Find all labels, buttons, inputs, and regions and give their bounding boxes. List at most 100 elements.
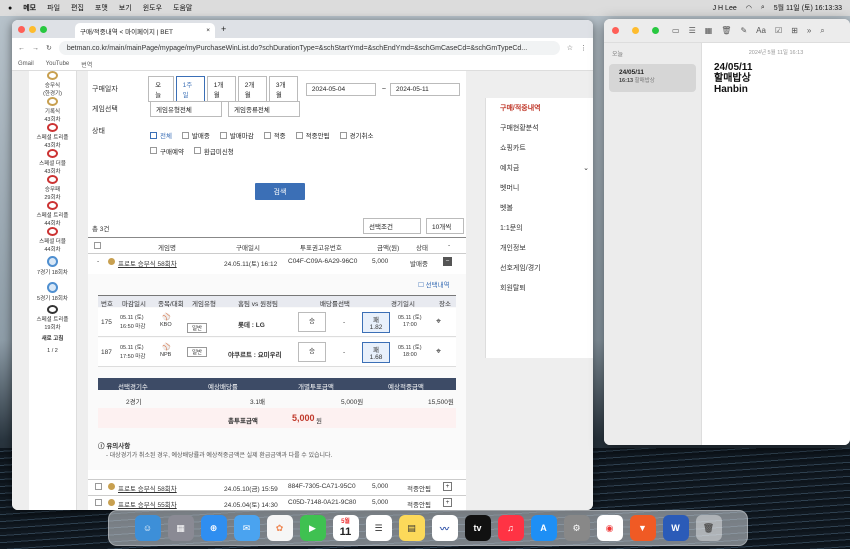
end-date-field[interactable]: 2024-05-11: [390, 82, 461, 96]
note-item[interactable]: 24/05/11 16:13 할매밥상: [609, 64, 696, 92]
search-icon[interactable]: ⌕: [761, 4, 765, 12]
sidebar-game-8[interactable]: 5경기 18회차: [29, 279, 76, 305]
reminders-icon[interactable]: ☰: [365, 515, 392, 541]
url-field[interactable]: betman.co.kr/main/mainPage/mypage/myPurc…: [58, 41, 560, 55]
photos-icon[interactable]: ✿: [266, 515, 293, 541]
menu-help[interactable]: 도움말: [173, 3, 192, 13]
chrome-icon[interactable]: ◉: [596, 515, 623, 541]
row-game[interactable]: 프로토 승부식 58회차: [118, 483, 177, 493]
new-tab-icon[interactable]: +: [221, 24, 226, 34]
menu-app[interactable]: 메모: [23, 3, 36, 13]
row-checkbox[interactable]: [95, 499, 102, 506]
status-refund-checkbox[interactable]: 환급미신청: [193, 146, 234, 156]
status-cancel-checkbox[interactable]: 경기취소: [339, 130, 373, 140]
select-all-checkbox[interactable]: [94, 242, 101, 249]
status-all-checkbox[interactable]: 전체: [150, 130, 172, 140]
menu-profile[interactable]: 개인정보: [486, 238, 593, 258]
menu-cart[interactable]: 쇼핑카트: [486, 138, 593, 158]
row-checkbox[interactable]: [95, 483, 102, 490]
menu-betball[interactable]: 벳볼: [486, 198, 593, 218]
music-icon[interactable]: ♫: [497, 515, 524, 541]
period-2month[interactable]: 2개월: [237, 76, 267, 102]
location-pin-icon[interactable]: ⌖: [436, 316, 441, 327]
zoom-window-button[interactable]: [652, 27, 659, 34]
detail-select-checkbox[interactable]: ☐ 선택내역: [418, 279, 450, 289]
settings-icon[interactable]: ⚙: [563, 515, 590, 541]
tv-icon[interactable]: tv: [464, 515, 491, 541]
period-1month[interactable]: 1개월: [206, 76, 236, 102]
format-icon[interactable]: Aa: [756, 26, 766, 35]
gallery-view-icon[interactable]: ▦: [705, 26, 713, 35]
user-name[interactable]: J H Lee: [713, 5, 737, 12]
status-miss-checkbox[interactable]: 적중안됨: [295, 130, 330, 140]
sidebar-game-4[interactable]: 승무패 29회차: [29, 175, 76, 201]
trash-icon[interactable]: 🗑: [721, 26, 731, 35]
status-closed-checkbox[interactable]: 발매마감: [219, 130, 254, 140]
collapse-icon[interactable]: −: [443, 257, 452, 266]
menu-file[interactable]: 파일: [47, 3, 60, 13]
status-onsale-checkbox[interactable]: 발매중: [181, 130, 210, 140]
sidebar-game-0[interactable]: 승무식 (한경기): [29, 71, 76, 97]
sidebar-refresh[interactable]: 새로 고침: [29, 331, 76, 345]
word-icon[interactable]: W: [662, 515, 689, 541]
status-hit-checkbox[interactable]: 적중: [263, 130, 286, 140]
status-reserve-checkbox[interactable]: 구매예약: [150, 146, 184, 156]
table-row[interactable]: 프로토 승부식 55회차 24.05.04(토) 14:30 C05D-7148…: [88, 496, 466, 510]
pick-win-box[interactable]: 승: [298, 342, 326, 362]
facetime-icon[interactable]: ▶: [299, 515, 326, 541]
search-icon[interactable]: ⌕: [820, 26, 824, 36]
per-page-select[interactable]: 10개씩: [426, 218, 464, 234]
sort-select[interactable]: 선택조건: [363, 218, 421, 234]
sidebar-pager[interactable]: 1 / 2: [29, 345, 76, 357]
wifi-icon[interactable]: ◠: [746, 4, 752, 12]
game-kind-select[interactable]: 게임종류전체: [228, 101, 300, 117]
sidebar-game-3[interactable]: 스페셜 더블 43회차: [29, 149, 76, 175]
calendar-icon[interactable]: 5월 11: [332, 515, 359, 541]
menu-favorites[interactable]: 선호게임/경기: [486, 258, 593, 278]
table-row[interactable]: - 프로토 승부식 58회차 24.05.11(토) 16:12 C04F-C0…: [88, 254, 466, 271]
expand-icon[interactable]: +: [443, 498, 452, 507]
menu-clock[interactable]: 5월 11일 (토) 16:13:33: [774, 3, 842, 13]
app-store-icon[interactable]: A: [530, 515, 557, 541]
close-window-button[interactable]: [18, 25, 25, 33]
mail-icon[interactable]: ✉: [233, 515, 260, 541]
list-view-icon[interactable]: ☰: [689, 26, 696, 35]
forward-icon[interactable]: →: [32, 45, 39, 52]
reload-icon[interactable]: ↻: [46, 44, 52, 52]
table-row[interactable]: 프로토 승부식 58회차 24.05.10(금) 15:59 884F-7305…: [88, 480, 466, 494]
checklist-icon[interactable]: ☑: [775, 26, 782, 35]
apple-icon[interactable]: ●: [8, 5, 12, 12]
menu-purchase-history[interactable]: 구매/적중내역: [486, 98, 593, 118]
bookmark-youtube[interactable]: YouTube: [46, 61, 70, 67]
pick-lose-box[interactable]: 패 1.82: [362, 312, 390, 333]
menu-window[interactable]: 윈도우: [143, 3, 162, 13]
trash-icon[interactable]: 🗑: [695, 515, 722, 541]
bookmark-translate[interactable]: 번역: [81, 60, 92, 69]
more-icon[interactable]: »: [807, 26, 811, 35]
menu-edit[interactable]: 편집: [71, 3, 84, 13]
sidebar-game-5[interactable]: 스페셜 트리플 44회차: [29, 201, 76, 227]
expand-icon[interactable]: +: [443, 482, 452, 491]
bookmark-gmail[interactable]: Gmail: [18, 61, 34, 67]
freeform-icon[interactable]: 〰: [431, 515, 458, 541]
close-window-button[interactable]: [612, 27, 619, 34]
safari-icon[interactable]: ⊕: [200, 515, 227, 541]
more-menu-icon[interactable]: ⋮: [580, 44, 587, 52]
bookmark-star-icon[interactable]: ☆: [567, 44, 573, 52]
table-icon[interactable]: ⊞: [791, 26, 798, 35]
menu-inquiry[interactable]: 1:1문의: [486, 218, 593, 238]
game-type-select[interactable]: 게임유형전체: [150, 101, 222, 117]
finder-icon[interactable]: ☺: [134, 515, 161, 541]
menu-withdraw[interactable]: 회원탈퇴: [486, 278, 593, 298]
sidebar-game-9[interactable]: 스페셜 트리플 19회차: [29, 305, 76, 331]
search-button[interactable]: 검색: [255, 183, 305, 200]
browser-tab[interactable]: 구매/적중내역 < 마이페이지 | BET ×: [75, 23, 215, 38]
menu-betmoney[interactable]: 벳머니: [486, 178, 593, 198]
notes-icon[interactable]: ▤: [398, 515, 425, 541]
pick-win-box[interactable]: 승: [298, 312, 326, 332]
menu-format[interactable]: 포맷: [95, 3, 108, 13]
sidebar-toggle-icon[interactable]: ▭: [672, 26, 680, 35]
pick-lose-box[interactable]: 패 1.68: [362, 342, 390, 363]
menu-deposit[interactable]: 예치금 ⌄: [486, 158, 593, 178]
menu-purchase-analysis[interactable]: 구매현황분석: [486, 118, 593, 138]
